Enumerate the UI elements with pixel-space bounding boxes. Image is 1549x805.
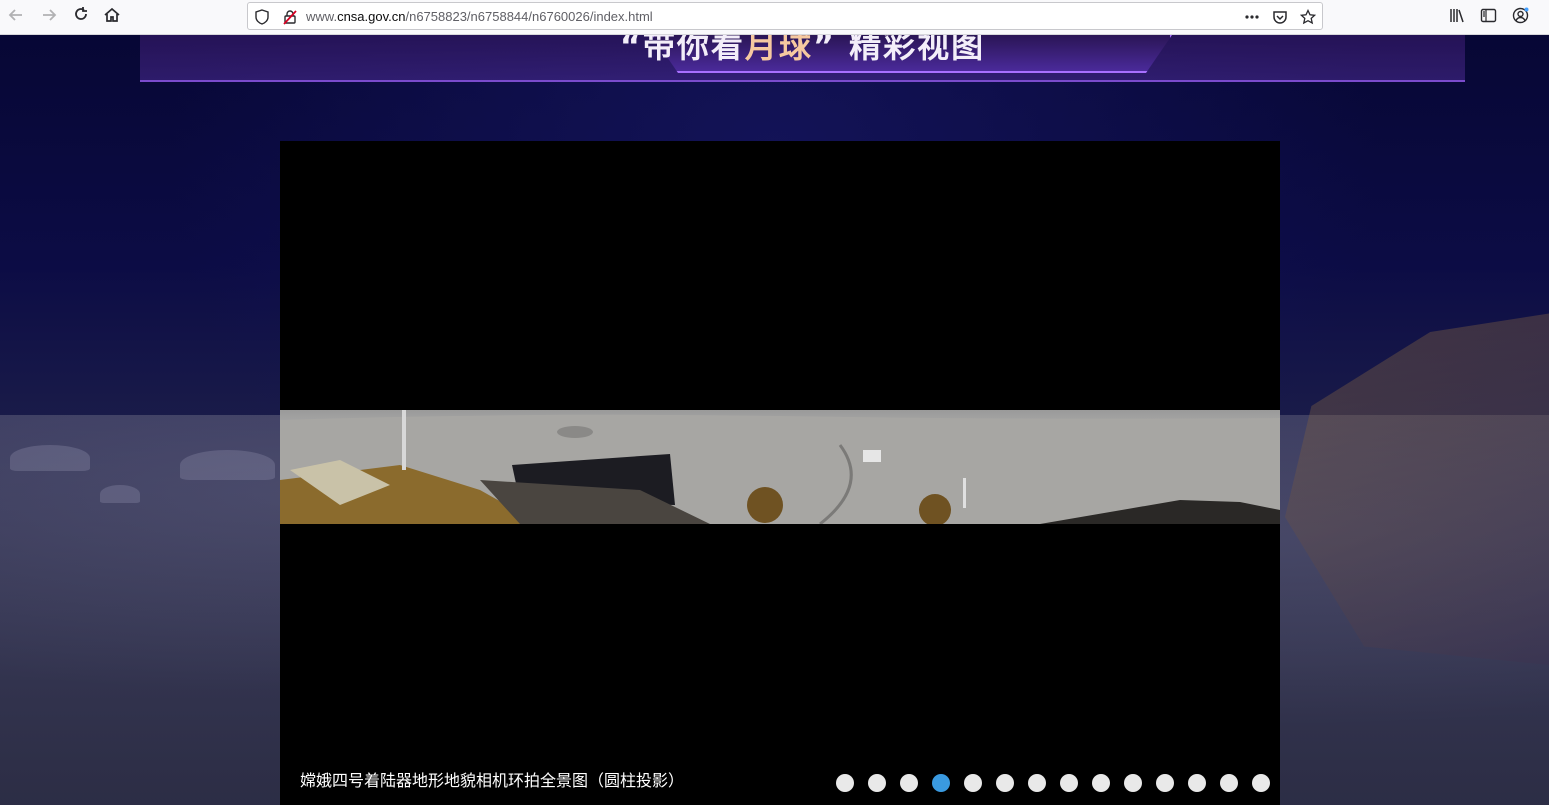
library-icon [1449,7,1466,28]
slider-dot-12[interactable] [1188,774,1206,792]
insecure-lock-icon[interactable] [280,7,300,27]
slider-dot-6[interactable] [996,774,1014,792]
banner-title-highlight: 月球 [744,35,813,65]
more-dots-icon[interactable] [1242,7,1262,27]
slider-dot-2[interactable] [868,774,886,792]
banner-title-prefix: “带你看 [619,35,745,65]
reload-icon [72,6,90,28]
slider-dot-9[interactable] [1092,774,1110,792]
slider-dot-10[interactable] [1124,774,1142,792]
star-icon[interactable] [1298,7,1318,27]
url-host: cnsa.gov.cn [337,9,406,24]
image-slider[interactable]: 嫦娥四号着陆器地形地貌相机环拍全景图（圆柱投影） [280,141,1280,805]
back-button[interactable] [3,4,29,30]
slider-dot-5[interactable] [964,774,982,792]
pocket-icon[interactable] [1270,7,1290,27]
reload-button[interactable] [68,4,94,30]
home-icon [103,6,121,28]
slider-dot-13[interactable] [1220,774,1238,792]
slider-dot-11[interactable] [1156,774,1174,792]
url-text[interactable]: www.cnsa.gov.cn/n6758823/n6758844/n67600… [306,9,653,24]
slider-dot-8[interactable] [1060,774,1078,792]
back-arrow-icon [7,6,25,28]
sidebar-button[interactable] [1477,6,1499,28]
slide-caption: 嫦娥四号着陆器地形地貌相机环拍全景图（圆柱投影） [300,771,685,790]
url-prefix: www. [306,9,338,24]
slider-dot-1[interactable] [836,774,854,792]
banner-title-suffix: ” 精彩视图 [812,35,986,65]
shield-icon[interactable] [252,7,272,27]
forward-button[interactable] [36,4,62,30]
address-bar[interactable]: www.cnsa.gov.cn/n6758823/n6758844/n67600… [247,2,1323,30]
header-banner: “带你看月球” 精彩视图 [140,35,1465,82]
slider-pagination [836,774,1270,792]
panorama-image[interactable] [280,410,1280,524]
account-button[interactable] [1509,6,1531,28]
library-button[interactable] [1446,6,1468,28]
home-button[interactable] [99,4,125,30]
slider-dot-7[interactable] [1028,774,1046,792]
account-icon [1512,7,1529,28]
forward-arrow-icon [40,6,58,28]
slider-dot-4[interactable] [932,774,950,792]
sidebar-icon [1480,7,1497,28]
page-content: “带你看月球” 精彩视图 嫦娥四号着陆器地形地貌相机环拍全景图（圆柱投影） [0,35,1549,805]
slider-dot-14[interactable] [1252,774,1270,792]
url-path: /n6758823/n6758844/n6760026/index.html [405,9,653,24]
banner-title: “带你看月球” 精彩视图 [140,35,1465,67]
slider-dot-3[interactable] [900,774,918,792]
browser-toolbar: www.cnsa.gov.cn/n6758823/n6758844/n67600… [0,0,1549,35]
